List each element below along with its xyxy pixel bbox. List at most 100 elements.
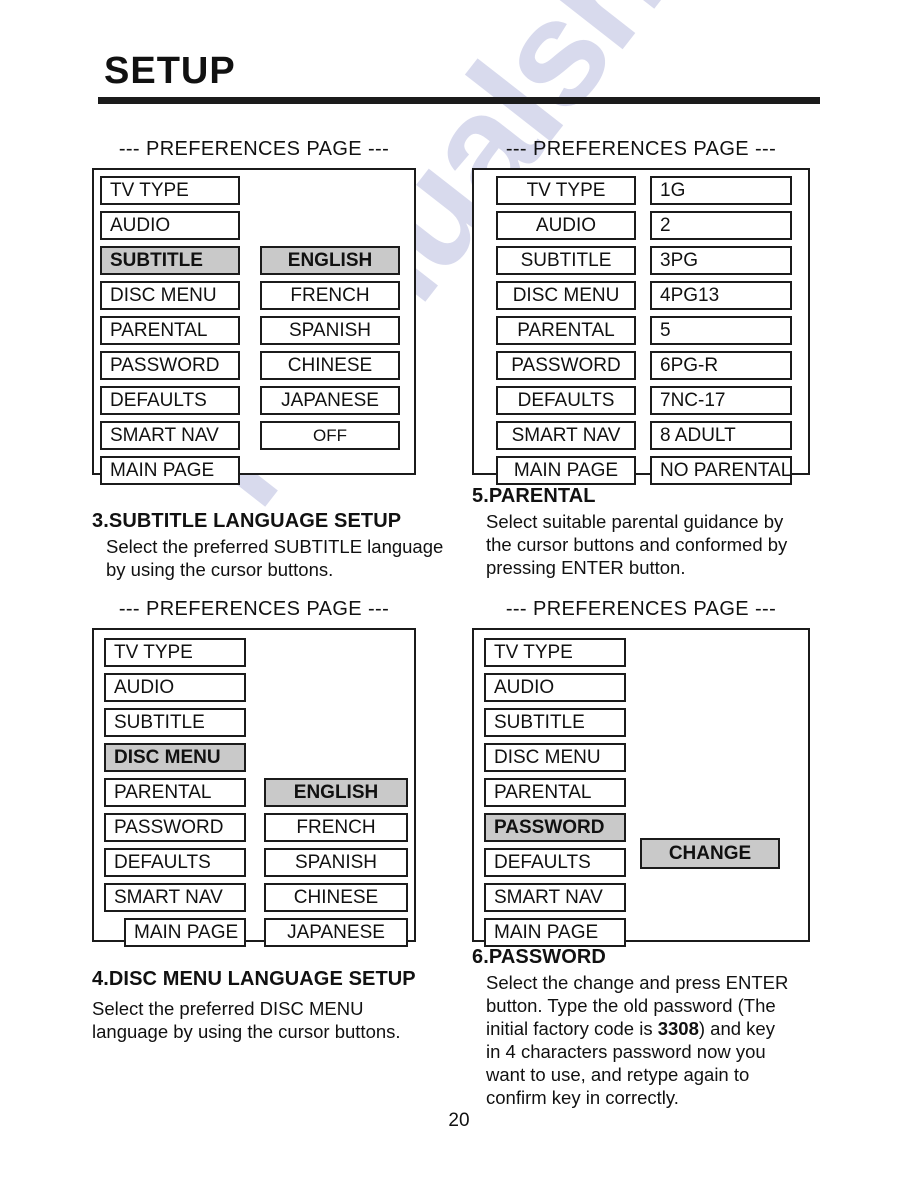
- note-text: Select suitable parental guidance by: [486, 511, 784, 532]
- osd-caption: --- PREFERENCES PAGE ---: [505, 598, 777, 620]
- osd-menu-item[interactable]: SUBTITLE: [496, 246, 636, 275]
- note-heading: 3.SUBTITLE LANGUAGE SETUP: [92, 510, 402, 532]
- osd-menu-item-label: MAIN PAGE: [134, 922, 239, 943]
- osd-menu-item[interactable]: TV TYPE: [496, 176, 636, 205]
- osd-menu-item[interactable]: PASSWORD: [496, 351, 636, 380]
- osd-menu-item[interactable]: CHINESE: [260, 351, 400, 380]
- osd-menu-item-label: 7NC-17: [660, 390, 726, 411]
- osd-menu-item-label: PASSWORD: [114, 817, 224, 838]
- osd-menu-item[interactable]: PASSWORD: [484, 813, 626, 842]
- note-text: ) and key: [698, 1018, 775, 1039]
- osd-menu-item[interactable]: TV TYPE: [104, 638, 246, 667]
- osd-menu-item[interactable]: DISC MENU: [100, 281, 240, 310]
- osd-menu-item[interactable]: MAIN PAGE: [124, 918, 246, 947]
- osd-menu-item[interactable]: PARENTAL: [100, 316, 240, 345]
- osd-menu-item[interactable]: DISC MENU: [104, 743, 246, 772]
- osd-menu-item[interactable]: DEFAULTS: [104, 848, 246, 877]
- osd-menu-item[interactable]: SPANISH: [264, 848, 408, 877]
- osd-left-column: TV TYPE AUDIO SUBTITLE DISC MENU PARENTAL PAS…: [100, 176, 240, 491]
- osd-menu-item-label: 8 ADULT: [660, 425, 736, 446]
- osd-menu-item[interactable]: SMART NAV: [496, 421, 636, 450]
- osd-menu-item[interactable]: DISC MENU: [496, 281, 636, 310]
- osd-menu-item[interactable]: MAIN PAGE: [484, 918, 626, 947]
- osd-menu-item[interactable]: 7NC-17: [650, 386, 792, 415]
- osd-menu-item-label: PARENTAL: [494, 782, 592, 803]
- osd-menu-item[interactable]: 6PG-R: [650, 351, 792, 380]
- osd-menu-item[interactable]: 3PG: [650, 246, 792, 275]
- osd-menu-item-label: MAIN PAGE: [110, 460, 215, 481]
- osd-left-column: TV TYPE AUDIO SUBTITLE DISC MENU PARENTAL PAS…: [496, 176, 636, 491]
- osd-menu-item[interactable]: MAIN PAGE: [496, 456, 636, 485]
- osd-menu-item[interactable]: DEFAULTS: [484, 848, 626, 877]
- osd-menu-item[interactable]: 1G: [650, 176, 792, 205]
- osd-menu-item[interactable]: ENGLISH: [260, 246, 400, 275]
- osd-menu-item-label: DISC MENU: [512, 285, 620, 306]
- osd-menu-item-label: PASSWORD: [494, 817, 605, 838]
- osd-menu-item-label: DEFAULTS: [517, 390, 615, 411]
- osd-menu-item-label: PASSWORD: [511, 355, 621, 376]
- osd-menu-item[interactable]: JAPANESE: [264, 918, 408, 947]
- osd-menu-item[interactable]: DEFAULTS: [496, 386, 636, 415]
- osd-menu-item[interactable]: 2: [650, 211, 792, 240]
- note-heading: 4.DISC MENU LANGUAGE SETUP: [92, 968, 416, 990]
- osd-menu-item-label: PASSWORD: [110, 355, 220, 376]
- osd-menu-item[interactable]: AUDIO: [104, 673, 246, 702]
- osd-menu-item[interactable]: CHINESE: [264, 883, 408, 912]
- osd-panel-subtitle: --- PREFERENCES PAGE --- TV TYPE AUDIO SUB…: [92, 138, 416, 485]
- osd-menu-item[interactable]: SUBTITLE: [104, 708, 246, 737]
- osd-menu-item[interactable]: ENGLISH: [264, 778, 408, 807]
- note-line: Select suitable parental guidance by: [472, 510, 822, 533]
- osd-right-column: CHANGE: [640, 838, 780, 875]
- osd-menu-item[interactable]: 5: [650, 316, 792, 345]
- note-line: button. Type the old password (The: [472, 994, 832, 1017]
- osd-menu-item[interactable]: PARENTAL: [496, 316, 636, 345]
- osd-menu-item-label: JAPANESE: [281, 390, 379, 411]
- osd-menu-item[interactable]: PASSWORD: [100, 351, 240, 380]
- osd-menu-item[interactable]: PARENTAL: [484, 778, 626, 807]
- osd-menu-item[interactable]: NO PARENTAL: [650, 456, 792, 485]
- osd-menu-item[interactable]: JAPANESE: [260, 386, 400, 415]
- note-line: want to use, and retype again to: [472, 1063, 832, 1086]
- osd-panel-parental: --- PREFERENCES PAGE --- TV TYPE AUDIO SUB…: [472, 138, 810, 485]
- osd-menu-item[interactable]: SPANISH: [260, 316, 400, 345]
- osd-menu-item[interactable]: SUBTITLE: [484, 708, 626, 737]
- osd-menu-item[interactable]: AUDIO: [496, 211, 636, 240]
- osd-menu-item[interactable]: 4PG13: [650, 281, 792, 310]
- osd-menu-item-label: JAPANESE: [287, 922, 385, 943]
- osd-caption: --- PREFERENCES PAGE ---: [505, 138, 777, 160]
- osd-menu-item[interactable]: FRENCH: [260, 281, 400, 310]
- osd-menu-item[interactable]: AUDIO: [100, 211, 240, 240]
- osd-menu-item[interactable]: TV TYPE: [484, 638, 626, 667]
- note-line: Select the preferred DISC MENU: [92, 997, 452, 1020]
- note-body: Select the preferred DISC MENU language b…: [92, 997, 452, 1043]
- osd-menu-item[interactable]: AUDIO: [484, 673, 626, 702]
- osd-menu-item-label: SUBTITLE: [494, 712, 585, 733]
- note-parental: 5.PARENTAL Select suitable parental guid…: [472, 485, 822, 579]
- osd-menu-item-label: TV TYPE: [110, 180, 189, 201]
- osd-menu-item[interactable]: SMART NAV: [484, 883, 626, 912]
- osd-menu-item[interactable]: PASSWORD: [104, 813, 246, 842]
- osd-menu-item[interactable]: 8 ADULT: [650, 421, 792, 450]
- osd-menu-item[interactable]: PARENTAL: [104, 778, 246, 807]
- osd-menu-item-label: TV TYPE: [526, 180, 606, 201]
- note-text: want to use, and retype again to: [486, 1064, 750, 1085]
- osd-menu-item[interactable]: CHANGE: [640, 838, 780, 869]
- osd-menu-item[interactable]: TV TYPE: [100, 176, 240, 205]
- osd-menu-item[interactable]: OFF: [260, 421, 400, 450]
- osd-menu-item[interactable]: SMART NAV: [104, 883, 246, 912]
- osd-menu-item[interactable]: DEFAULTS: [100, 386, 240, 415]
- note-text: language by using the cursor buttons.: [92, 1021, 401, 1042]
- osd-menu-item[interactable]: MAIN PAGE: [100, 456, 240, 485]
- osd-menu-item[interactable]: FRENCH: [264, 813, 408, 842]
- note-text: confirm key in correctly.: [486, 1087, 679, 1108]
- osd-menu-item[interactable]: SMART NAV: [100, 421, 240, 450]
- osd-menu-item-label: ENGLISH: [287, 250, 373, 271]
- note-subtitle-language-setup: 3.SUBTITLE LANGUAGE SETUP Select the pre…: [92, 510, 443, 581]
- osd-menu-item-label: AUDIO: [535, 215, 597, 236]
- osd-menu-item-label: PARENTAL: [110, 320, 208, 341]
- osd-menu-item[interactable]: SUBTITLE: [100, 246, 240, 275]
- osd-caption: --- PREFERENCES PAGE ---: [118, 598, 390, 620]
- osd-menu-item-label: FRENCH: [296, 817, 376, 838]
- osd-menu-item[interactable]: DISC MENU: [484, 743, 626, 772]
- osd-caption: --- PREFERENCES PAGE ---: [118, 138, 390, 160]
